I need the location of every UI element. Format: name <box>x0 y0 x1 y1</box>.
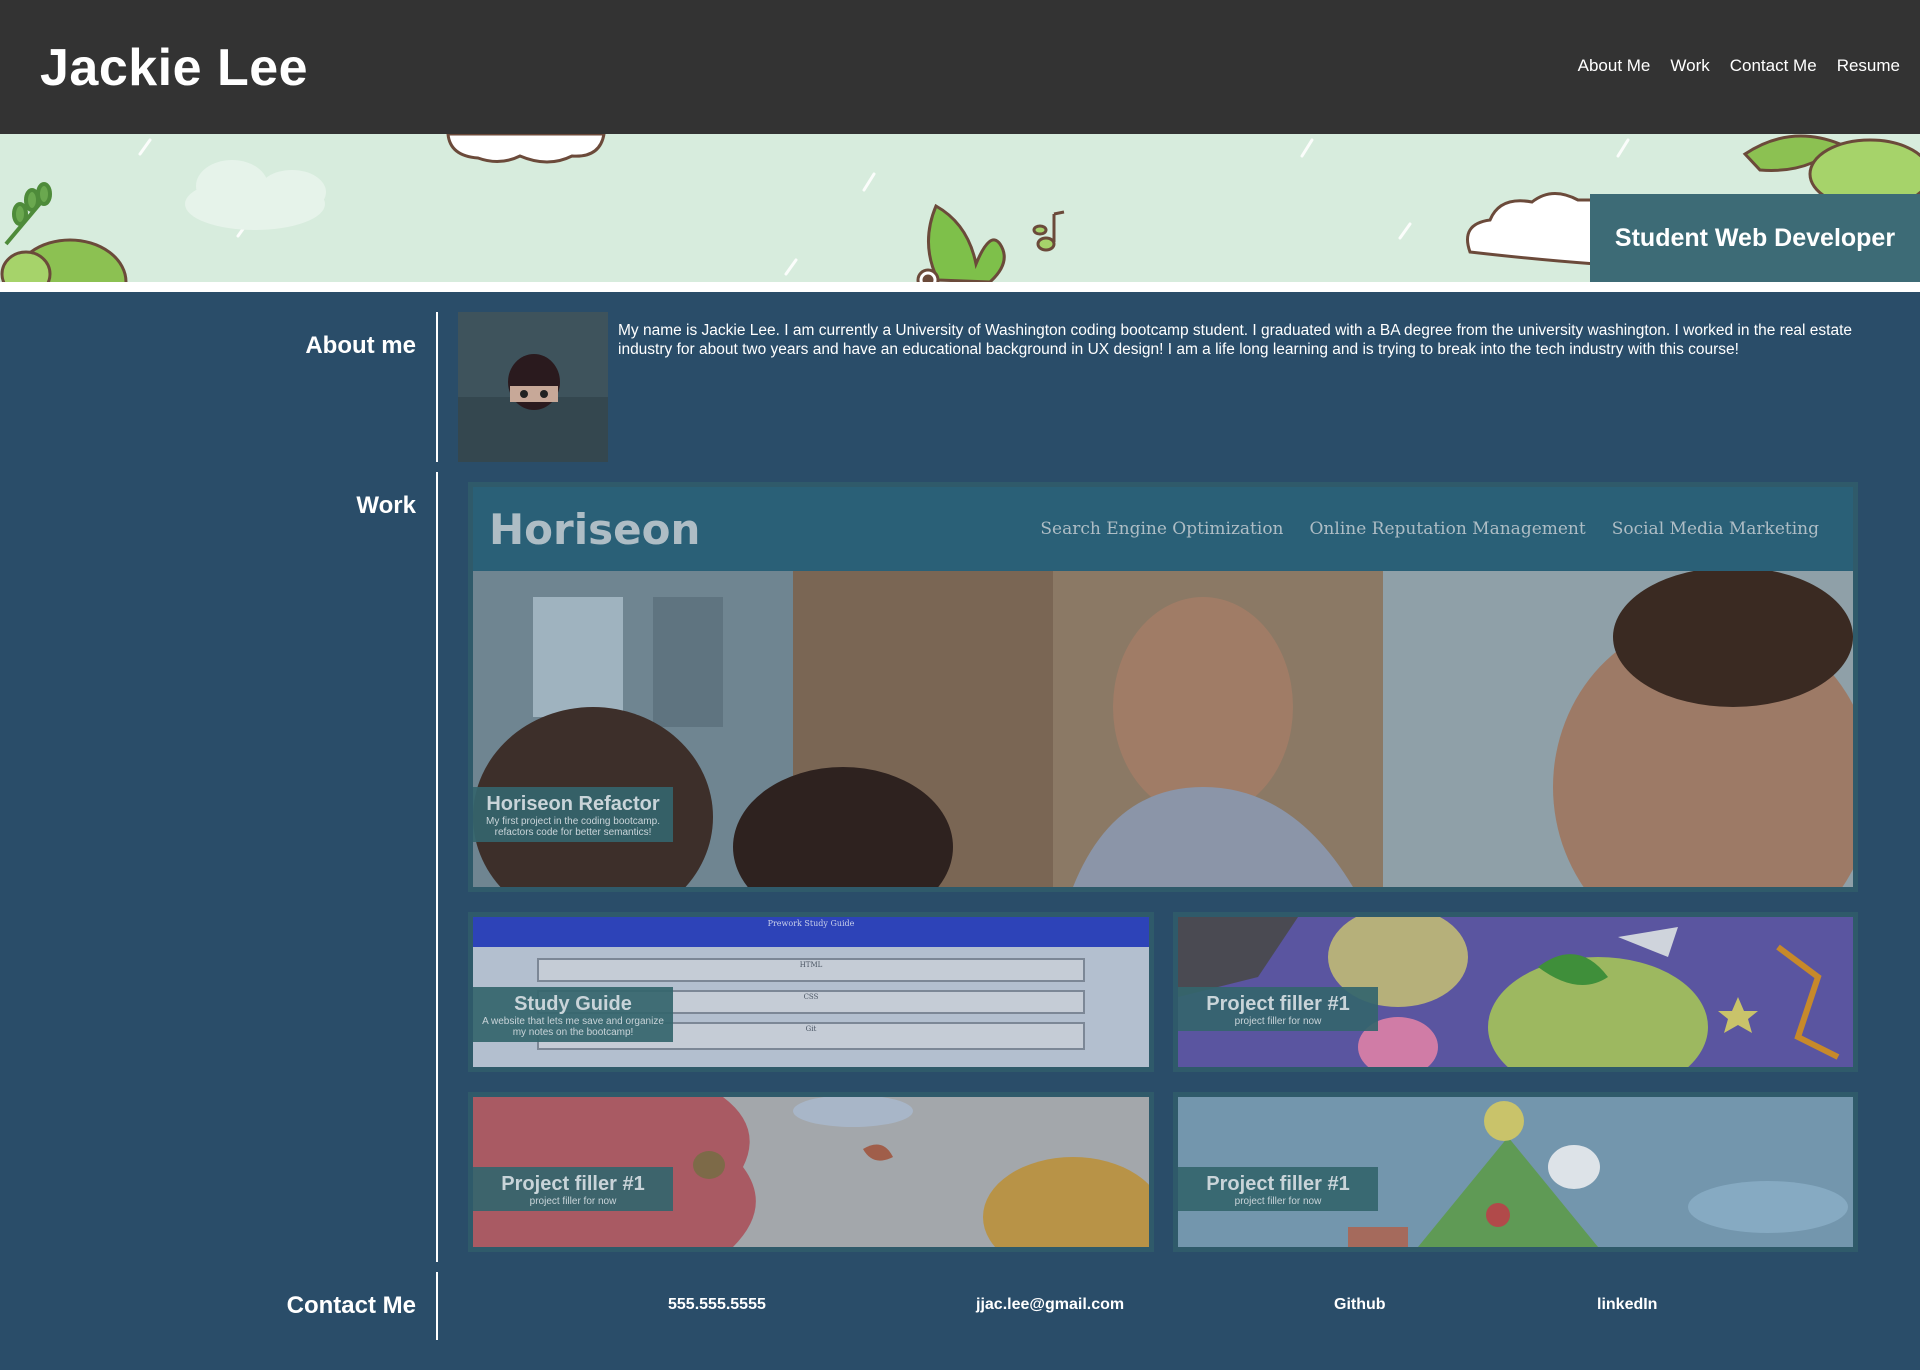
horiseon-preview-nav: Horiseon Search Engine Optimization Onli… <box>473 487 1853 571</box>
horiseon-preview-link: Social Media Marketing <box>1611 519 1819 539</box>
site-header: Jackie Lee About Me Work Contact Me Resu… <box>0 0 1920 134</box>
work-divider-line <box>436 472 438 1262</box>
project-label: Project filler #1 project filler for now <box>1178 1167 1378 1211</box>
nav-link-contact[interactable]: Contact Me <box>1730 56 1817 76</box>
project-label: Study Guide A website that lets me save … <box>473 987 673 1042</box>
hero-banner: Student Web Developer <box>0 134 1920 282</box>
project-card-filler-1[interactable]: Project filler #1 project filler for now <box>1173 912 1858 1072</box>
study-guide-preview-heading: Prework Study Guide <box>767 919 855 928</box>
nav-link-work[interactable]: Work <box>1670 56 1709 76</box>
hero-title-badge: Student Web Developer <box>1590 194 1920 282</box>
horiseon-preview-link: Search Engine Optimization <box>1040 519 1284 539</box>
avatar <box>458 312 608 462</box>
hero-divider <box>0 282 1920 292</box>
contact-email-link[interactable]: jjac.lee@gmail.com <box>976 1296 1124 1314</box>
contact-divider-line <box>436 1272 438 1340</box>
study-guide-preview-section: HTML <box>799 961 823 969</box>
main-nav: About Me Work Contact Me Resume <box>1578 56 1900 76</box>
project-card-study-guide[interactable]: Prework Study Guide HTML CSS Git Study G… <box>468 912 1154 1072</box>
horiseon-preview-links: Search Engine Optimization Online Reputa… <box>1040 519 1819 539</box>
nav-link-resume[interactable]: Resume <box>1837 56 1900 76</box>
project-card-filler-2[interactable]: Project filler #1 project filler for now <box>468 1092 1154 1252</box>
about-heading: About me <box>305 332 416 359</box>
project-label: Horiseon Refactor My first project in th… <box>473 787 673 842</box>
project-label: Project filler #1 project filler for now <box>1178 987 1378 1031</box>
contact-phone-link[interactable]: 555.555.5555 <box>668 1296 766 1314</box>
contact-linkedin-link[interactable]: linkedIn <box>1597 1296 1657 1314</box>
site-title: Jackie Lee <box>40 39 309 97</box>
project-card-filler-3[interactable]: Project filler #1 project filler for now <box>1173 1092 1858 1252</box>
about-paragraph: My name is Jackie Lee. I am currently a … <box>618 322 1853 358</box>
project-label: Project filler #1 project filler for now <box>473 1167 673 1211</box>
project-description: project filler for now <box>1234 1016 1322 1027</box>
project-title: Study Guide <box>514 993 632 1015</box>
project-description: A website that lets me save and organize… <box>482 1016 664 1038</box>
project-title: Horiseon Refactor <box>486 793 660 815</box>
project-title: Project filler #1 <box>1206 993 1350 1015</box>
horiseon-preview-logo: Horiseon <box>489 505 701 554</box>
about-divider-line <box>436 312 438 462</box>
contact-github-link[interactable]: Github <box>1334 1296 1386 1314</box>
project-title: Project filler #1 <box>501 1173 645 1195</box>
project-description: My first project in the coding bootcamp.… <box>486 816 660 838</box>
contact-heading: Contact Me <box>286 1292 416 1319</box>
project-description: project filler for now <box>1234 1196 1322 1207</box>
nav-link-about[interactable]: About Me <box>1578 56 1651 76</box>
project-card-horiseon[interactable]: Horiseon Search Engine Optimization Onli… <box>468 482 1858 892</box>
project-description: project filler for now <box>529 1196 617 1207</box>
work-heading: Work <box>356 492 416 519</box>
horiseon-preview-link: Online Reputation Management <box>1309 519 1586 539</box>
project-title: Project filler #1 <box>1206 1173 1350 1195</box>
